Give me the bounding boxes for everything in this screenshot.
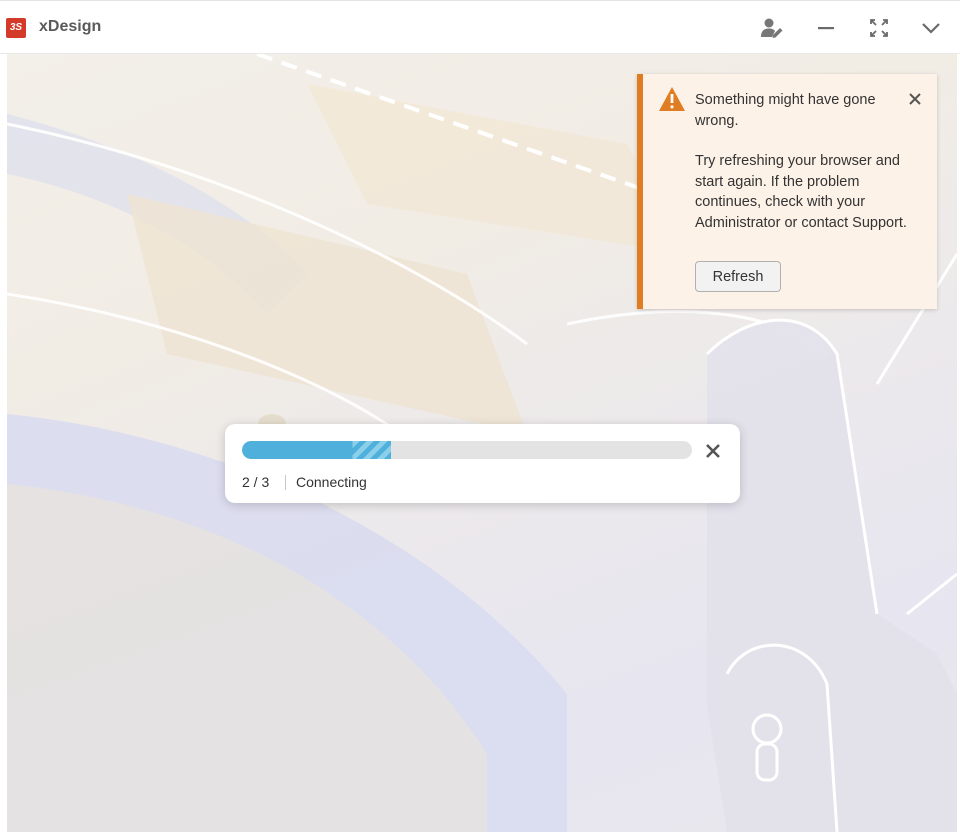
share-user-icon (761, 18, 783, 38)
alert-title: Something might have gone wrong. (695, 92, 876, 129)
close-icon[interactable] (705, 443, 721, 459)
status-text: Connecting (296, 474, 367, 490)
fullscreen-button[interactable] (864, 13, 894, 43)
app-logo: 3S (6, 18, 26, 38)
error-notification: Something might have gone wrong. Try ref… (637, 74, 937, 309)
minimize-button[interactable] (811, 13, 841, 43)
chevron-down-icon (922, 23, 940, 34)
share-user-button[interactable] (757, 13, 787, 43)
app-title: xDesign (39, 18, 102, 35)
warning-icon (659, 87, 685, 111)
progress-fill (242, 441, 391, 459)
loading-progress-panel: 2 / 3 Connecting (225, 424, 740, 503)
progress-track (242, 441, 692, 459)
minimize-icon (818, 27, 834, 30)
refresh-button[interactable]: Refresh (695, 261, 781, 292)
title-bar: 3S xDesign (0, 0, 960, 54)
step-counter: 2 / 3 (242, 474, 270, 490)
more-menu-button[interactable] (916, 13, 946, 43)
divider (285, 475, 286, 490)
fullscreen-icon (870, 19, 888, 37)
alert-message: Try refreshing your browser and start ag… (695, 153, 907, 231)
close-icon[interactable] (907, 91, 923, 107)
